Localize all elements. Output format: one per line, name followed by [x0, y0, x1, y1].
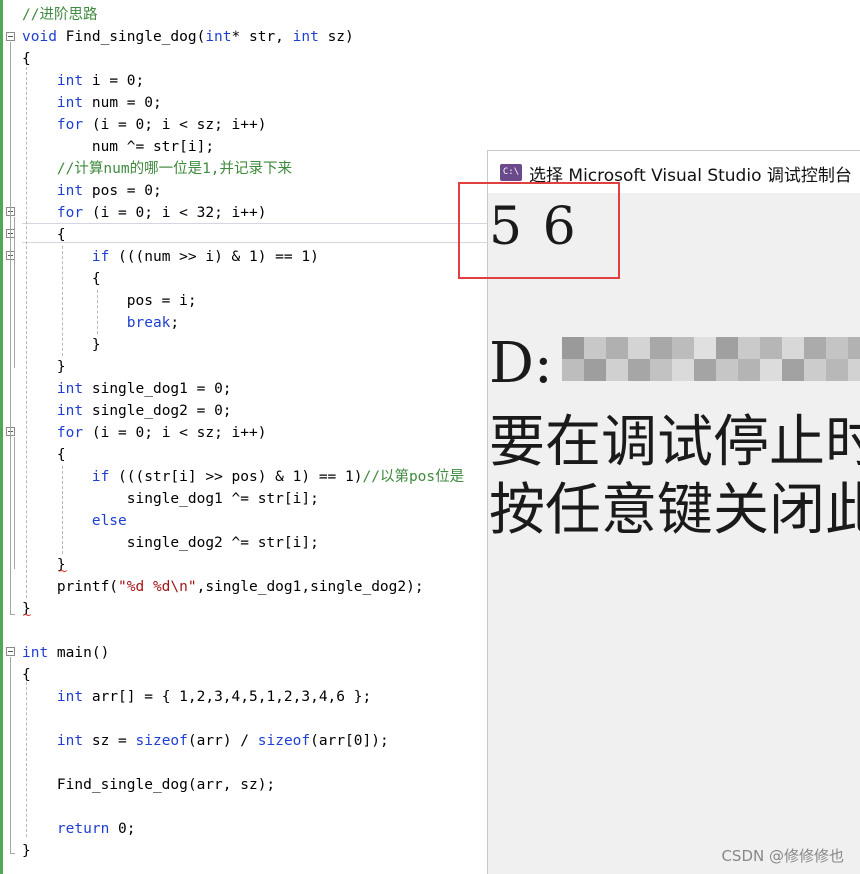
change-tracking-bar	[0, 0, 3, 874]
outline-line	[14, 217, 15, 368]
code-line: int main()	[22, 645, 110, 661]
code-line: //计算num的哪一位是1,并记录下来	[56, 161, 293, 177]
fold-toggle-icon[interactable]	[6, 32, 15, 41]
code-line: num ^= str[i];	[22, 139, 215, 155]
error-squiggle: ~	[58, 564, 69, 578]
fold-toggle-icon[interactable]	[6, 647, 15, 656]
current-line-highlight	[22, 223, 492, 243]
code-line: single_dog2 ^= str[i];	[22, 535, 319, 551]
code-line: int arr[] = { 1,2,3,4,5,1,2,3,4,6 };	[56, 689, 372, 705]
outline-line	[14, 437, 15, 569]
code-line: for (i = 0; i < sz; i++)	[56, 425, 267, 441]
outline-end-tick	[10, 614, 15, 615]
code-line: //进阶思路	[22, 7, 98, 23]
watermark: CSDN @修修修也	[721, 847, 844, 865]
code-line: }	[22, 337, 101, 353]
code-line: for (i = 0; i < sz; i++)	[56, 117, 267, 133]
code-line: Find_single_dog(arr, sz);	[22, 777, 276, 793]
code-line: printf("%d %d\n",single_dog1,single_dog2…	[22, 579, 424, 595]
code-line: int i = 0;	[56, 73, 145, 89]
code-line: int pos = 0;	[56, 183, 162, 199]
code-line: single_dog1 ^= str[i];	[22, 491, 319, 507]
error-squiggle: ~	[22, 608, 33, 622]
code-line: for (i = 0; i < 32; i++)	[56, 205, 267, 221]
console-path-prefix: D:	[489, 331, 553, 396]
output-highlight-box	[458, 182, 620, 279]
code-line: {	[22, 227, 66, 243]
code-line: else	[91, 513, 127, 529]
code-line: }	[22, 359, 66, 375]
code-line: void Find_single_dog(int* str, int sz)	[22, 29, 354, 45]
code-line: if (((num >> i) & 1) == 1)	[91, 249, 319, 265]
code-line: {	[22, 447, 66, 463]
code-line: }	[22, 843, 31, 859]
redacted-path	[562, 337, 860, 391]
outline-end-tick	[10, 853, 15, 854]
code-line: break;	[126, 315, 180, 331]
code-line: {	[22, 667, 31, 683]
code-line: int single_dog1 = 0;	[56, 381, 232, 397]
code-line: {	[22, 51, 31, 67]
outline-line	[10, 657, 11, 853]
code-line: pos = i;	[22, 293, 197, 309]
code-line: {	[22, 271, 101, 287]
code-line: int sz = sizeof(arr) / sizeof(arr[0]);	[56, 733, 389, 749]
code-line: if (((str[i] >> pos) & 1) == 1)//以第pos位是	[91, 469, 465, 485]
console-close-hint: 按任意键关闭此窗口. . .	[489, 478, 860, 543]
code-line: return 0;	[56, 821, 136, 837]
console-app-icon: C:\	[500, 164, 522, 181]
outline-line	[10, 42, 11, 614]
code-line: int single_dog2 = 0;	[56, 403, 232, 419]
code-line: int num = 0;	[56, 95, 162, 111]
